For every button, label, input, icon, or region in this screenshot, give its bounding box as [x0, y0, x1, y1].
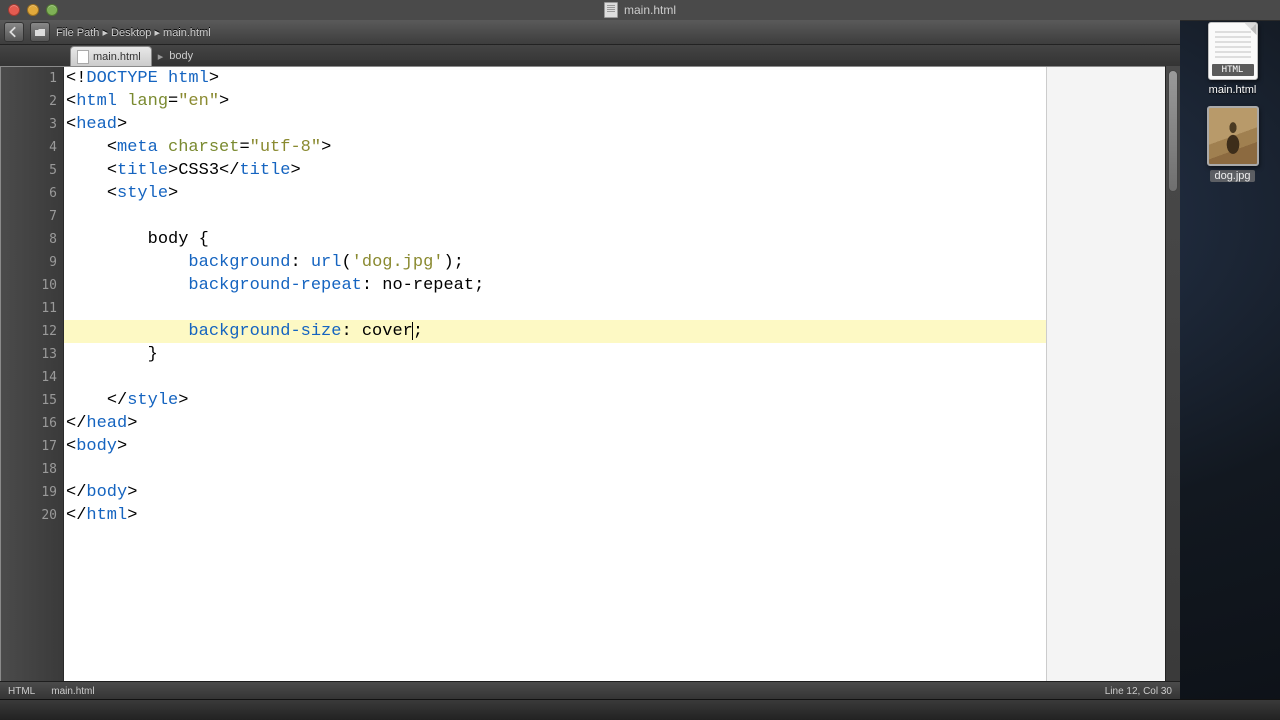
tab-label: main.html	[93, 51, 141, 63]
status-bar: HTML main.html Line 12, Col 30	[0, 681, 1180, 700]
image-thumbnail-icon	[1207, 106, 1259, 166]
status-filename: main.html	[51, 686, 94, 697]
editor-window: File Path ▸ Desktop ▸ main.html main.htm…	[0, 20, 1180, 700]
folder-icon[interactable]	[30, 22, 50, 42]
tab-main-html[interactable]: main.html	[70, 46, 152, 67]
code-area[interactable]: <!DOCTYPE html><html lang="en"><head> <m…	[64, 67, 1046, 681]
desktop-file-dog-jpg[interactable]: dog.jpg	[1207, 106, 1259, 182]
desktop-icons: HTML main.html dog.jpg	[1195, 22, 1270, 182]
code-line[interactable]: body {	[64, 228, 1046, 251]
file-icon	[77, 50, 89, 64]
minimap[interactable]	[1046, 67, 1165, 681]
code-line[interactable]: </style>	[64, 389, 1046, 412]
code-line[interactable]: <style>	[64, 182, 1046, 205]
code-line[interactable]: background: url('dog.jpg');	[64, 251, 1046, 274]
zoom-window-button[interactable]	[46, 4, 58, 16]
status-language[interactable]: HTML	[8, 686, 35, 697]
breadcrumb-scope[interactable]: body	[169, 50, 193, 62]
code-line[interactable]	[64, 205, 1046, 228]
scrollbar-thumb[interactable]	[1168, 70, 1178, 192]
window-title: main.html	[0, 0, 1280, 20]
code-line[interactable]	[64, 458, 1046, 481]
html-file-icon: HTML	[1208, 22, 1258, 80]
os-title-bar: main.html	[0, 0, 1280, 21]
traffic-lights	[0, 4, 58, 16]
history-back-button[interactable]	[4, 22, 24, 42]
os-bottom-bar	[0, 699, 1280, 720]
code-line[interactable]: <meta charset="utf-8">	[64, 136, 1046, 159]
status-cursor-pos: Line 12, Col 30	[1105, 686, 1172, 697]
tab-bar: main.html ▸ body	[0, 45, 1180, 68]
code-line[interactable]: background-size: cover;	[64, 320, 1046, 343]
code-line[interactable]: <head>	[64, 113, 1046, 136]
code-line[interactable]: </head>	[64, 412, 1046, 435]
path-bar: File Path ▸ Desktop ▸ main.html	[0, 20, 1180, 45]
window-title-text: main.html	[624, 3, 676, 17]
document-icon	[604, 2, 618, 18]
breadcrumb-separator-icon: ▸	[152, 50, 170, 63]
close-window-button[interactable]	[8, 4, 20, 16]
code-line[interactable]: <!DOCTYPE html>	[64, 67, 1046, 90]
code-line[interactable]: <title>CSS3</title>	[64, 159, 1046, 182]
code-line[interactable]: </html>	[64, 504, 1046, 527]
desktop-file-label: main.html	[1209, 84, 1257, 96]
minimize-window-button[interactable]	[27, 4, 39, 16]
code-line[interactable]: <html lang="en">	[64, 90, 1046, 113]
code-line[interactable]: }	[64, 343, 1046, 366]
code-line[interactable]	[64, 297, 1046, 320]
desktop-file-main-html[interactable]: HTML main.html	[1208, 22, 1258, 96]
line-number-gutter[interactable]: 1234567891011121314151617181920	[1, 67, 64, 681]
desktop-image-label: dog.jpg	[1210, 170, 1254, 182]
file-path-breadcrumb[interactable]: File Path ▸ Desktop ▸ main.html	[56, 26, 211, 39]
code-line[interactable]: </body>	[64, 481, 1046, 504]
code-line[interactable]: background-repeat: no-repeat;	[64, 274, 1046, 297]
code-line[interactable]	[64, 366, 1046, 389]
file-badge: HTML	[1212, 64, 1254, 76]
code-line[interactable]: <body>	[64, 435, 1046, 458]
code-editor[interactable]: 1234567891011121314151617181920 <!DOCTYP…	[0, 66, 1166, 682]
vertical-scrollbar[interactable]	[1165, 66, 1180, 682]
